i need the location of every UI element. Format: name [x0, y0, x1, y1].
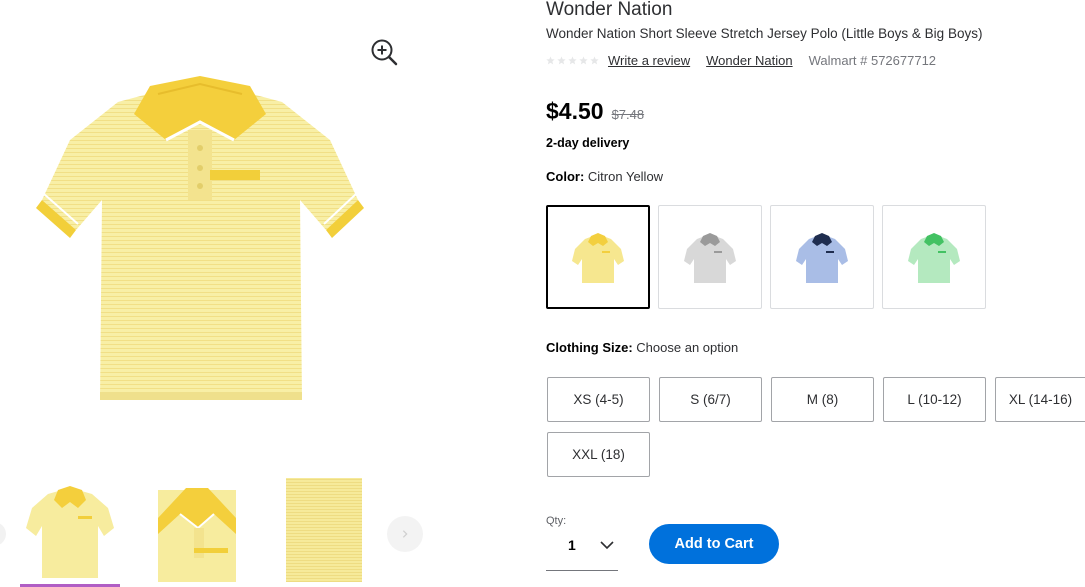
quantity-label: Qty: [546, 515, 567, 527]
price-block: $4.50 $7.48 [546, 98, 644, 125]
size-option-xxl[interactable]: XXL (18) [547, 432, 650, 477]
zoom-in-icon [371, 39, 398, 66]
size-prompt: Choose an option [636, 340, 739, 355]
color-swatch-green[interactable] [882, 205, 986, 309]
product-main-image[interactable] [30, 70, 370, 415]
brand-title: Wonder Nation [546, 0, 673, 20]
size-option-m[interactable]: M (8) [771, 377, 874, 422]
color-swatch-gray[interactable] [658, 205, 762, 309]
current-price: $4.50 [546, 98, 604, 124]
star-rating[interactable] [546, 55, 599, 65]
product-title: Wonder Nation Short Sleeve Stretch Jerse… [546, 26, 983, 41]
polo-swatch-image [908, 233, 960, 283]
star-icon [546, 55, 555, 64]
size-label: Clothing Size: Choose an option [546, 340, 738, 355]
size-option-xs[interactable]: XS (4-5) [547, 377, 650, 422]
gallery-prev-button[interactable] [0, 522, 6, 546]
delivery-info: 2-day delivery [546, 136, 630, 150]
size-option-l[interactable]: L (10-12) [883, 377, 986, 422]
star-icon [568, 55, 577, 64]
chevron-down-icon [600, 541, 614, 550]
quantity-select[interactable]: 1 [546, 531, 618, 571]
star-icon [590, 55, 599, 64]
color-swatch-citron-yellow[interactable] [546, 205, 650, 309]
gallery-next-button[interactable] [387, 516, 423, 552]
selected-color: Citron Yellow [587, 169, 664, 184]
sku-number: Walmart # 572677712 [808, 52, 937, 68]
size-label-title: Clothing Size: [546, 340, 633, 355]
polo-swatch-image [684, 233, 736, 283]
polo-swatch-image [572, 233, 624, 283]
zoom-button[interactable] [368, 36, 400, 68]
thumbnail-collar-detail[interactable] [158, 478, 236, 582]
star-icon [557, 55, 566, 64]
add-to-cart-button[interactable]: Add to Cart [649, 524, 779, 564]
color-label-title: Color: [546, 169, 585, 184]
star-icon [579, 55, 588, 64]
quantity-value: 1 [568, 537, 576, 553]
color-label: Color: Citron Yellow [546, 169, 663, 184]
image-gallery [0, 0, 423, 587]
product-meta: Write a review Wonder Nation Walmart # 5… [546, 51, 936, 69]
was-price: $7.48 [611, 107, 645, 122]
brand-link[interactable]: Wonder Nation [706, 53, 792, 68]
polo-swatch-image [796, 233, 848, 283]
size-option-s[interactable]: S (6/7) [659, 377, 762, 422]
thumbnail-fabric-detail[interactable] [286, 478, 362, 582]
color-swatch-blue[interactable] [770, 205, 874, 309]
write-review-link[interactable]: Write a review [608, 53, 690, 68]
chevron-right-icon [402, 530, 408, 538]
size-option-xl[interactable]: XL (14-16) [995, 377, 1085, 422]
thumbnail-front[interactable] [20, 478, 120, 582]
